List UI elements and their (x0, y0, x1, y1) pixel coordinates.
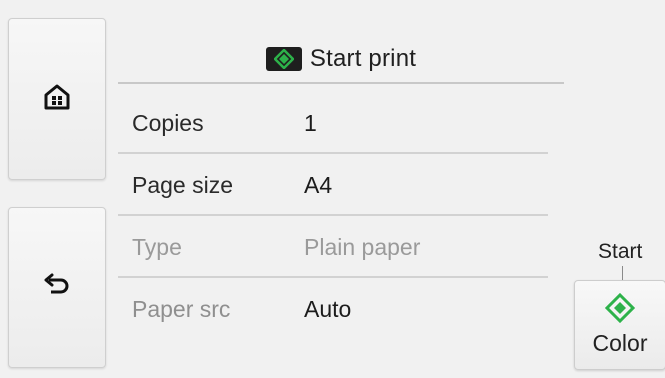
setting-row-type: Type Plain paper (118, 216, 548, 278)
home-button[interactable] (8, 18, 106, 180)
setting-value: Auto (304, 296, 352, 322)
start-diamond-icon (604, 292, 636, 328)
setting-label: Paper src (132, 296, 231, 322)
page-title: Start print (309, 45, 417, 72)
start-label: Start (598, 240, 643, 263)
home-icon (44, 84, 70, 115)
setting-value: A4 (304, 172, 333, 198)
setting-label: Page size (132, 172, 234, 198)
setting-label: Copies (132, 110, 204, 136)
back-button[interactable] (8, 207, 106, 368)
setting-row-copies[interactable]: Copies 1 (118, 92, 548, 154)
setting-row-paper-src[interactable]: Paper src Auto (118, 278, 548, 338)
page-header: Start print (118, 36, 564, 84)
start-connector-line (622, 266, 623, 280)
setting-row-page-size[interactable]: Page size A4 (118, 154, 548, 216)
setting-label: Type (132, 234, 182, 260)
setting-value: Plain paper (304, 234, 421, 260)
start-color-button[interactable]: Color (574, 280, 665, 370)
back-arrow-icon (43, 273, 71, 302)
setting-value: 1 (304, 110, 317, 136)
start-diamond-icon (265, 47, 302, 71)
start-color-label: Color (592, 330, 648, 356)
